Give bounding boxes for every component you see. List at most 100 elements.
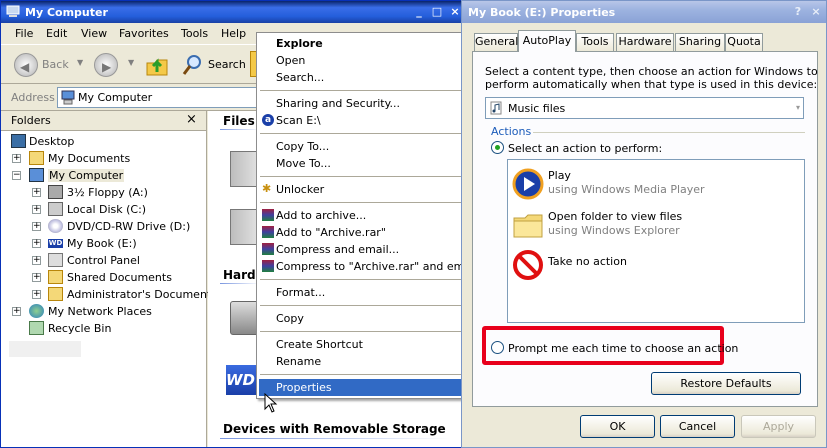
up-folder-icon[interactable] bbox=[145, 53, 169, 77]
menu-separator bbox=[260, 90, 468, 91]
menu-favorites[interactable]: Favorites bbox=[119, 27, 169, 40]
tree-item-my-documents[interactable]: + My Documents bbox=[1, 150, 201, 167]
wd-drive-icon[interactable]: WD bbox=[226, 365, 260, 395]
menu-item-properties[interactable]: Properties bbox=[259, 379, 469, 396]
folder-item-icon[interactable] bbox=[230, 151, 258, 187]
menu-item-move-to[interactable]: Move To... bbox=[259, 155, 469, 172]
collapse-icon[interactable]: − bbox=[12, 171, 21, 180]
expand-icon[interactable]: + bbox=[32, 290, 41, 299]
my-documents-icon bbox=[29, 151, 44, 165]
menu-item-copy[interactable]: Copy bbox=[259, 310, 469, 327]
tree-item-floppy[interactable]: + 3½ Floppy (A:) bbox=[1, 184, 201, 201]
help-button[interactable]: ? bbox=[790, 4, 806, 20]
menu-item-rename[interactable]: Rename bbox=[259, 353, 469, 370]
menu-tools[interactable]: Tools bbox=[181, 27, 208, 40]
menu-item-create-shortcut[interactable]: Create Shortcut bbox=[259, 336, 469, 353]
tree-label: Recycle Bin bbox=[48, 322, 112, 335]
menu-item-scan[interactable]: a Scan E:\ bbox=[259, 112, 469, 129]
action-no-action[interactable]: Take no action bbox=[508, 247, 804, 291]
prompt-radio[interactable] bbox=[491, 341, 504, 354]
explorer-titlebar[interactable]: My Computer _ □ × bbox=[1, 1, 461, 23]
menu-item-format[interactable]: Format... bbox=[259, 284, 469, 301]
menu-item-label: Format... bbox=[276, 286, 326, 299]
winrar-icon bbox=[262, 243, 274, 255]
forward-dropdown-icon[interactable]: ▼ bbox=[128, 58, 134, 67]
tree-item-dvd-drive[interactable]: + DVD/CD-RW Drive (D:) bbox=[1, 218, 201, 235]
menu-help[interactable]: Help bbox=[221, 27, 246, 40]
expand-icon[interactable]: + bbox=[12, 154, 21, 163]
expand-icon[interactable]: + bbox=[32, 205, 41, 214]
tree-label: My Documents bbox=[48, 152, 131, 165]
dialog-close-button[interactable]: × bbox=[808, 4, 824, 20]
menu-item-compress-email[interactable]: Compress and email... bbox=[259, 241, 469, 258]
menu-item-label: Properties bbox=[276, 381, 332, 394]
forward-icon[interactable]: ▶ bbox=[94, 53, 118, 77]
expand-icon[interactable]: + bbox=[32, 188, 41, 197]
action-play[interactable]: Play using Windows Media Player bbox=[508, 166, 804, 210]
menu-item-open[interactable]: Open bbox=[259, 52, 469, 69]
menu-item-explore[interactable]: Explore bbox=[259, 35, 469, 52]
action-title: Take no action bbox=[548, 255, 627, 268]
my-computer-icon bbox=[29, 168, 44, 182]
prompt-label[interactable]: Prompt me each time to choose an action bbox=[508, 342, 738, 355]
restore-defaults-button[interactable]: Restore Defaults bbox=[651, 372, 801, 395]
expand-icon[interactable]: + bbox=[32, 273, 41, 282]
tab-hardware[interactable]: Hardware bbox=[616, 33, 674, 51]
close-folders-icon[interactable]: × bbox=[186, 112, 197, 127]
tab-autoplay[interactable]: AutoPlay bbox=[518, 30, 576, 52]
menu-item-label: Create Shortcut bbox=[276, 338, 363, 351]
tree-item-network-places[interactable]: + My Network Places bbox=[1, 303, 201, 320]
back-dropdown-icon[interactable]: ▼ bbox=[77, 58, 83, 67]
content-type-select[interactable]: Music files ▾ bbox=[485, 97, 804, 119]
dialog-titlebar[interactable]: My Book (E:) Properties ? × bbox=[462, 1, 826, 23]
tree-item-my-computer[interactable]: − My Computer bbox=[1, 167, 201, 184]
tree-item-shared-documents[interactable]: + Shared Documents bbox=[1, 269, 201, 286]
menu-item-sharing[interactable]: Sharing and Security... bbox=[259, 95, 469, 112]
tree-item-desktop[interactable]: Desktop bbox=[1, 133, 201, 150]
tab-general[interactable]: General bbox=[474, 33, 518, 51]
menu-item-label: Rename bbox=[276, 355, 322, 368]
action-open-folder[interactable]: Open folder to view files using Windows … bbox=[508, 207, 804, 251]
menu-item-compress-rar-email[interactable]: Compress to "Archive.rar" and email bbox=[259, 258, 477, 275]
my-computer-icon bbox=[61, 90, 75, 105]
search-icon[interactable] bbox=[181, 53, 205, 77]
menu-item-label: Add to "Archive.rar" bbox=[276, 226, 386, 239]
tree-item-my-book[interactable]: + WD My Book (E:) bbox=[1, 235, 201, 252]
tree-item-local-disk[interactable]: + Local Disk (C:) bbox=[1, 201, 201, 218]
folder-item-icon[interactable] bbox=[230, 209, 258, 245]
search-button[interactable]: Search bbox=[208, 58, 246, 71]
menu-item-add-archive[interactable]: Add to archive... bbox=[259, 207, 469, 224]
actions-group-label: Actions bbox=[491, 125, 532, 138]
apply-button[interactable]: Apply bbox=[741, 415, 816, 438]
back-button[interactable]: Back bbox=[42, 58, 69, 71]
menu-view[interactable]: View bbox=[81, 27, 107, 40]
menu-item-copy-to[interactable]: Copy To... bbox=[259, 138, 469, 155]
context-menu: Explore Open Search... Sharing and Secur… bbox=[256, 32, 477, 399]
tab-sharing[interactable]: Sharing bbox=[675, 33, 725, 51]
expand-icon[interactable]: + bbox=[32, 222, 41, 231]
address-input[interactable]: My Computer bbox=[57, 87, 262, 108]
tree-label: My Book (E:) bbox=[67, 237, 137, 250]
menu-file[interactable]: File bbox=[15, 27, 33, 40]
menu-item-unlocker[interactable]: ✱ Unlocker bbox=[259, 181, 469, 198]
maximize-button[interactable]: □ bbox=[429, 4, 445, 20]
menu-item-add-archive-rar[interactable]: Add to "Archive.rar" bbox=[259, 224, 469, 241]
tab-quota[interactable]: Quota bbox=[725, 33, 763, 51]
ok-button[interactable]: OK bbox=[580, 415, 655, 438]
select-action-radio[interactable] bbox=[491, 141, 504, 154]
expand-icon[interactable]: + bbox=[32, 256, 41, 265]
menu-edit[interactable]: Edit bbox=[46, 27, 67, 40]
address-label: Address bbox=[11, 91, 55, 104]
back-icon[interactable]: ◀ bbox=[14, 53, 38, 77]
minimize-button[interactable]: _ bbox=[411, 4, 427, 20]
cancel-button[interactable]: Cancel bbox=[660, 415, 735, 438]
dropdown-arrow-icon[interactable]: ▾ bbox=[796, 103, 800, 112]
tab-tools[interactable]: Tools bbox=[576, 33, 614, 51]
tree-item-admin-documents[interactable]: + Administrator's Documents bbox=[1, 286, 217, 303]
tree-item-recycle-bin[interactable]: Recycle Bin bbox=[1, 320, 201, 337]
menu-separator bbox=[260, 305, 468, 306]
menu-item-search[interactable]: Search... bbox=[259, 69, 469, 86]
expand-icon[interactable]: + bbox=[12, 307, 21, 316]
expand-icon[interactable]: + bbox=[32, 239, 41, 248]
tree-item-control-panel[interactable]: + Control Panel bbox=[1, 252, 201, 269]
